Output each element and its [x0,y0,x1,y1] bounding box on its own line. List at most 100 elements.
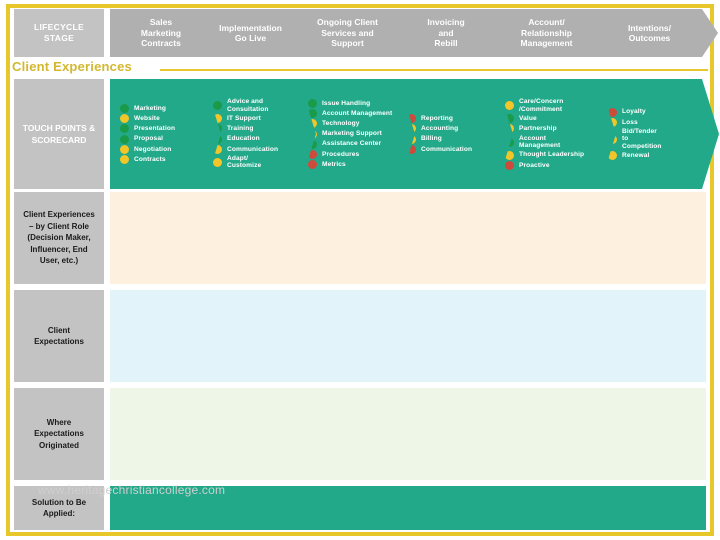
touch-point-label: Account Management [519,134,561,149]
touch-point-item[interactable]: Proposal [120,135,205,144]
touch-point-item[interactable]: Proactive [505,161,600,170]
touch-point-item[interactable]: Partnership [505,124,600,133]
lifecycle-stage-header-label: LIFECYCLE STAGE [34,22,84,43]
matrix-cell-r2-c1[interactable] [110,290,208,382]
touch-point-item[interactable]: Website [120,114,205,123]
touch-point-item[interactable]: Bid/Tender to Competition [608,128,703,150]
matrix-cell-r3-c6[interactable] [603,388,706,480]
touch-point-item[interactable]: Marketing Support [308,130,399,139]
matrix-cell-r1-c4[interactable] [402,192,500,284]
touch-point-item[interactable]: Negotiation [120,145,205,154]
touch-point-item[interactable]: Communication [213,145,300,154]
page-title: Client Experiences [12,59,132,74]
touch-point-item[interactable]: Value [505,114,600,123]
matrix-cell-r4-c3[interactable] [303,486,402,530]
touch-point-label: Thought Leadership [519,151,585,159]
touch-point-item[interactable]: Training [213,124,300,133]
lifecycle-stage-band: LIFECYCLE STAGE Sales Marketing Contracts Im… [14,9,706,57]
touch-point-label: Contracts [134,155,166,163]
matrix-cell-r4-c1[interactable] [110,486,208,530]
matrix-cell-r1-c2[interactable] [208,192,303,284]
touch-point-item[interactable]: Account Management [505,135,600,150]
touch-point-label: Value [519,115,537,123]
touch-point-item[interactable]: Accounting [407,124,497,133]
frame-border-bottom [6,532,714,536]
touch-point-label: Metrics [322,160,346,168]
touch-point-item[interactable]: Procedures [308,150,399,159]
matrix-cell-r2-c2[interactable] [208,290,303,382]
matrix-cell-r3-c4[interactable] [402,388,500,480]
matrix-cell-r2-c3[interactable] [303,290,402,382]
touch-point-label: Presentation [134,125,176,133]
section-title-row: Client Experiences [8,58,708,78]
touch-point-item[interactable]: Marketing [120,104,205,113]
experience-matrix: Client Experiences – by Client Role (Decis… [14,192,706,530]
lifecycle-stage-6[interactable]: Intentions/Outcomes [589,9,718,57]
matrix-cell-r4-c6[interactable] [603,486,706,530]
touch-point-label: Accounting [421,125,459,133]
frame-border-top [6,4,714,8]
touch-point-label: Reporting [421,115,454,123]
touch-point-item[interactable]: Metrics [308,160,399,169]
touch-point-label: Website [134,115,160,123]
touch-point-item[interactable]: Care/Concern/Commitment [505,98,600,113]
touch-point-column-1[interactable]: Marketing Website Presentation Proposal Nego… [110,79,221,189]
touch-point-label: Procedures [322,150,360,158]
matrix-cell-r4-c4[interactable] [402,486,500,530]
matrix-cell-r3-c1[interactable] [110,388,208,480]
touch-point-label: Technology [322,120,360,128]
matrix-cell-r4-c5[interactable] [500,486,603,530]
status-dot-green-icon [120,104,129,113]
lifecycle-stage-label: Invoicing and Rebill [427,17,465,49]
touch-point-item[interactable]: Presentation [120,124,205,133]
touch-point-item[interactable]: Thought Leadership [505,151,600,160]
matrix-cell-r2-c4[interactable] [402,290,500,382]
matrix-cell-r1-c1[interactable] [110,192,208,284]
touch-point-label: Education [227,135,260,143]
touch-point-label: IT Support [227,115,261,123]
touch-point-item[interactable]: Loyalty [608,108,703,117]
matrix-cell-r2-c5[interactable] [500,290,603,382]
touch-point-item[interactable]: Communication [407,145,497,154]
matrix-cell-r3-c2[interactable] [208,388,303,480]
touch-point-item[interactable]: Reporting [407,114,497,123]
matrix-cell-r1-c6[interactable] [603,192,706,284]
touch-point-label: Communication [421,145,473,153]
touch-point-item[interactable]: Assistance Center [308,140,399,149]
touch-point-item[interactable]: Account Management [308,109,399,118]
touch-point-item[interactable]: Education [213,135,300,144]
touch-point-item[interactable]: Contracts [120,155,205,164]
status-dot-yellow-icon [120,114,129,123]
matrix-cell-r2-c6[interactable] [603,290,706,382]
matrix-row-header-2: Client Expectations [14,290,104,382]
matrix-cell-r3-c5[interactable] [500,388,603,480]
status-dot-yellow-icon [505,101,514,110]
matrix-row-header-label: Where Expectations Originated [34,417,84,450]
touch-point-label: Marketing [134,104,167,112]
status-dot-green-icon [120,135,129,144]
touch-point-label: Care/Concern/Commitment [519,98,564,113]
matrix-row-header-label: Client Expectations [34,325,84,347]
touch-point-label: Proactive [519,161,550,169]
touch-point-label: Billing [421,135,442,143]
title-divider-rule [160,69,708,71]
matrix-cell-r4-c2[interactable] [208,486,303,530]
touch-point-item[interactable]: Advice and Consultation [213,98,300,113]
touch-point-label: Account Management [322,109,393,117]
touch-point-item[interactable]: Renewal [608,151,703,160]
touch-point-item[interactable]: Issue Handling [308,99,399,108]
matrix-row-header-label: Client Experiences – by Client Role (Decis… [23,210,95,266]
matrix-cell-r1-c5[interactable] [500,192,603,284]
matrix-cell-r1-c3[interactable] [303,192,402,284]
matrix-row-header-label: Solution to Be Applied: [31,497,87,519]
matrix-row-header-4: Solution to Be Applied: [14,486,104,530]
touch-point-item[interactable]: IT Support [213,114,300,123]
touch-point-item[interactable]: Billing [407,135,497,144]
touch-point-label: Bid/Tender to Competition [622,127,662,150]
touch-point-label: Assistance Center [322,140,382,148]
touch-point-item[interactable]: Adapt/Customize [213,155,300,170]
touch-point-item[interactable]: Loss [608,118,703,127]
lifecycle-stage-label: Intentions/Outcomes [628,22,671,43]
touch-point-item[interactable]: Technology [308,119,399,128]
matrix-cell-r3-c3[interactable] [303,388,402,480]
